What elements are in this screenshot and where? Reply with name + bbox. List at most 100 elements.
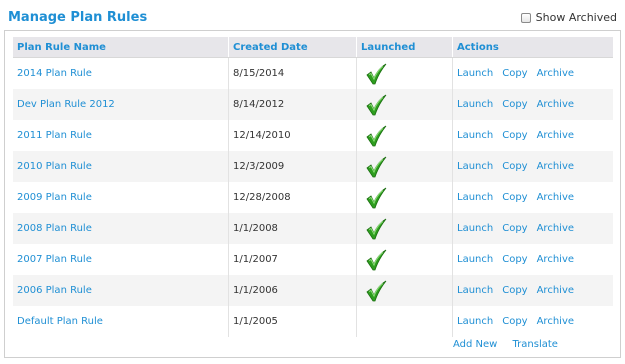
translate-link[interactable]: Translate xyxy=(513,339,558,350)
plan-rules-table: Plan Rule Name Created Date Launched Act… xyxy=(13,37,613,337)
checkmark-icon xyxy=(361,156,452,178)
table-row: 2008 Plan Rule 1/1/2008 Launch Copy Archive xyxy=(13,213,613,244)
plan-rule-name-cell: Default Plan Rule xyxy=(13,306,229,337)
column-header-plan-rule-name[interactable]: Plan Rule Name xyxy=(13,37,229,58)
plan-rules-panel: Plan Rule Name Created Date Launched Act… xyxy=(4,30,621,358)
plan-rule-name-link[interactable]: Default Plan Rule xyxy=(17,316,103,327)
table-row: 2007 Plan Rule 1/1/2007 Launch Copy Archive xyxy=(13,244,613,275)
checkmark-icon xyxy=(361,63,452,85)
plan-rule-name-cell: 2009 Plan Rule xyxy=(13,182,229,213)
table-row: 2009 Plan Rule 12/28/2008 Launch Copy Archiv… xyxy=(13,182,613,213)
created-date-cell: 8/15/2014 xyxy=(228,57,357,89)
actions-cell: Launch Copy Archive xyxy=(453,58,614,90)
plan-rule-name-link[interactable]: 2008 Plan Rule xyxy=(17,223,92,234)
launched-cell xyxy=(356,89,453,120)
plan-rule-name-link[interactable]: 2007 Plan Rule xyxy=(17,254,92,265)
launched-cell xyxy=(356,120,453,151)
plan-rule-name-link[interactable]: 2009 Plan Rule xyxy=(17,192,92,203)
plan-rule-name-cell: 2011 Plan Rule xyxy=(13,120,229,151)
launched-cell xyxy=(356,151,453,182)
archive-link[interactable]: Archive xyxy=(537,130,574,141)
created-date-cell: 12/28/2008 xyxy=(228,182,357,213)
launch-link[interactable]: Launch xyxy=(457,285,493,296)
launched-cell xyxy=(356,275,453,306)
checkmark-icon xyxy=(361,218,452,240)
created-date-cell: 1/1/2008 xyxy=(228,213,357,244)
created-date-cell: 8/14/2012 xyxy=(228,89,357,120)
checkmark-icon xyxy=(361,249,452,271)
launched-cell xyxy=(356,57,453,89)
archive-link[interactable]: Archive xyxy=(537,316,574,327)
archive-link[interactable]: Archive xyxy=(537,223,574,234)
copy-link[interactable]: Copy xyxy=(502,316,527,327)
archive-link[interactable]: Archive xyxy=(537,192,574,203)
plan-rule-name-link[interactable]: 2006 Plan Rule xyxy=(17,285,92,296)
copy-link[interactable]: Copy xyxy=(502,130,527,141)
copy-link[interactable]: Copy xyxy=(502,99,527,110)
archive-link[interactable]: Archive xyxy=(537,285,574,296)
plan-rule-name-cell: Dev Plan Rule 2012 xyxy=(13,89,229,120)
plan-rule-name-cell: 2006 Plan Rule xyxy=(13,275,229,306)
checkmark-icon xyxy=(361,94,452,116)
copy-link[interactable]: Copy xyxy=(502,161,527,172)
actions-cell: Launch Copy Archive xyxy=(452,151,613,182)
launch-link[interactable]: Launch xyxy=(457,99,493,110)
copy-link[interactable]: Copy xyxy=(502,223,527,234)
launch-link[interactable]: Launch xyxy=(457,161,493,172)
launch-link[interactable]: Launch xyxy=(457,254,493,265)
plan-rule-name-cell: 2008 Plan Rule xyxy=(13,213,229,244)
actions-cell: Launch Copy Archive xyxy=(453,182,614,213)
plan-rule-name-link[interactable]: 2011 Plan Rule xyxy=(17,130,92,141)
actions-cell: Launch Copy Archive xyxy=(452,89,613,120)
created-date-cell: 12/14/2010 xyxy=(228,120,357,151)
table-row: 2006 Plan Rule 1/1/2006 Launch Copy Archive xyxy=(13,275,613,306)
table-row: Dev Plan Rule 2012 8/14/2012 Launch Copy Arc… xyxy=(13,89,613,120)
plan-rule-name-cell: 2010 Plan Rule xyxy=(13,151,229,182)
plan-rule-name-link[interactable]: 2014 Plan Rule xyxy=(17,68,92,79)
actions-cell: Launch Copy Archive xyxy=(453,306,614,337)
table-footer-actions: Add New Translate xyxy=(453,339,570,350)
actions-cell: Launch Copy Archive xyxy=(453,120,614,151)
launch-link[interactable]: Launch xyxy=(457,223,493,234)
launch-link[interactable]: Launch xyxy=(457,68,493,79)
launched-cell xyxy=(356,306,453,337)
launch-link[interactable]: Launch xyxy=(457,192,493,203)
launched-cell xyxy=(356,182,453,213)
archive-link[interactable]: Archive xyxy=(537,68,574,79)
table-row: 2014 Plan Rule 8/15/2014 Launch Copy Archive xyxy=(13,57,614,90)
checkmark-icon xyxy=(361,187,452,209)
checkmark-icon xyxy=(361,125,452,147)
add-new-link[interactable]: Add New xyxy=(453,339,497,350)
plan-rule-name-cell: 2014 Plan Rule xyxy=(13,57,229,89)
created-date-cell: 12/3/2009 xyxy=(228,151,357,182)
table-header-row: Plan Rule Name Created Date Launched Act… xyxy=(13,37,613,58)
checkmark-icon xyxy=(361,280,452,302)
launched-cell xyxy=(356,213,453,244)
table-row: 2011 Plan Rule 12/14/2010 Launch Copy Archiv… xyxy=(13,120,613,151)
archive-link[interactable]: Archive xyxy=(537,99,574,110)
actions-cell: Launch Copy Archive xyxy=(452,275,613,306)
copy-link[interactable]: Copy xyxy=(502,285,527,296)
launch-link[interactable]: Launch xyxy=(457,130,493,141)
show-archived-label[interactable]: Show Archived xyxy=(536,11,617,24)
archive-link[interactable]: Archive xyxy=(537,161,574,172)
plan-rule-name-cell: 2007 Plan Rule xyxy=(13,244,229,275)
copy-link[interactable]: Copy xyxy=(502,68,527,79)
actions-cell: Launch Copy Archive xyxy=(453,244,614,275)
page-title: Manage Plan Rules xyxy=(8,10,148,25)
launched-cell xyxy=(356,244,453,275)
column-header-actions: Actions xyxy=(452,37,613,58)
plan-rule-name-link[interactable]: 2010 Plan Rule xyxy=(17,161,92,172)
actions-cell: Launch Copy Archive xyxy=(452,213,613,244)
archive-link[interactable]: Archive xyxy=(537,254,574,265)
copy-link[interactable]: Copy xyxy=(502,254,527,265)
plan-rule-name-link[interactable]: Dev Plan Rule 2012 xyxy=(17,99,115,110)
show-archived-checkbox[interactable] xyxy=(520,12,531,23)
table-row: Default Plan Rule 1/1/2005 Launch Copy Archi… xyxy=(13,306,613,337)
show-archived-toggle[interactable]: Show Archived xyxy=(520,11,617,24)
column-header-created-date[interactable]: Created Date xyxy=(228,37,357,58)
copy-link[interactable]: Copy xyxy=(502,192,527,203)
created-date-cell: 1/1/2006 xyxy=(228,275,357,306)
column-header-launched[interactable]: Launched xyxy=(356,37,453,58)
launch-link[interactable]: Launch xyxy=(457,316,493,327)
